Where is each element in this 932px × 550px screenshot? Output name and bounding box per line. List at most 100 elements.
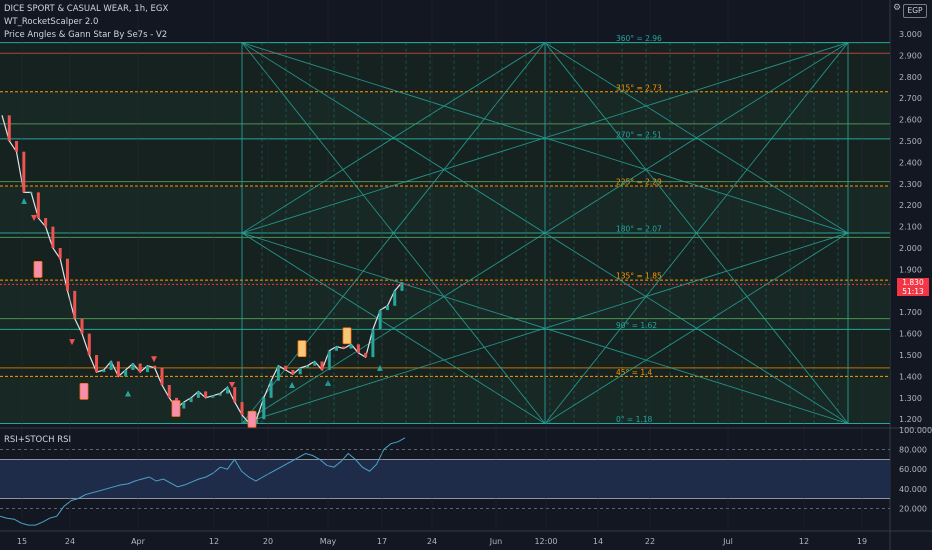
price-candle	[145, 365, 149, 373]
price-candle	[109, 361, 113, 370]
price-candle	[160, 367, 164, 385]
price-candle	[335, 346, 339, 351]
time-axis-label: 12	[799, 537, 809, 546]
price-tick-label: 2.400	[899, 158, 922, 167]
price-candle	[371, 329, 375, 358]
gann-level-label: 270° = 2.51	[616, 130, 662, 139]
price-tick-label: 1.300	[899, 394, 922, 403]
rsi-tick-label: 100.000	[899, 426, 932, 435]
price-candle	[73, 290, 77, 319]
price-candle	[189, 397, 193, 403]
rsi-tick-label: 60.000	[899, 465, 927, 474]
price-candle	[15, 141, 19, 152]
price-tick-label: 1.700	[899, 308, 922, 317]
price-candle	[44, 218, 48, 227]
gann-level-label: 315° = 2.73	[616, 83, 662, 92]
time-axis-label: 20	[263, 537, 273, 546]
rocket-badge	[79, 382, 89, 400]
price-candle	[276, 365, 280, 381]
price-candle	[233, 387, 237, 403]
gann-band	[0, 233, 890, 281]
settings-icon[interactable]: ⚙	[893, 3, 901, 13]
price-candle	[95, 355, 99, 373]
rsi-tick-label: 20.000	[899, 504, 927, 513]
price-tick-label: 2.500	[899, 137, 922, 146]
rsi-tick-label: 80.000	[899, 446, 927, 455]
price-candle	[364, 352, 368, 358]
price-candle	[22, 151, 26, 193]
rocket-badge	[247, 410, 257, 428]
price-candle	[167, 384, 171, 398]
price-tick-label: 1.400	[899, 372, 922, 381]
price-candle	[131, 363, 135, 370]
price-candle	[51, 226, 55, 249]
rsi-panel-title[interactable]: RSI+STOCH RSI	[4, 435, 71, 445]
price-candle	[284, 365, 288, 370]
price-tick-label: 1.200	[899, 415, 922, 424]
price-candle	[7, 115, 11, 142]
price-candle	[313, 361, 317, 366]
price-tick-label: 2.200	[899, 201, 922, 210]
price-candle	[204, 391, 208, 398]
time-axis-label: 15	[17, 537, 27, 546]
price-tick-label: 2.900	[899, 51, 922, 60]
price-candle	[36, 192, 40, 219]
time-axis-label: 24	[427, 537, 437, 546]
gann-band	[0, 280, 890, 330]
price-candle	[65, 258, 69, 291]
gann-level-label: 0° = 1.18	[616, 415, 653, 424]
symbol-title[interactable]: DICE SPORT & CASUAL WEAR, 1h, EGX	[4, 4, 168, 14]
price-candle	[153, 365, 157, 368]
price-candle	[102, 370, 106, 373]
gann-band	[0, 42, 890, 92]
rsi-tick-label: 40.000	[899, 485, 927, 494]
rsi-band	[0, 459, 890, 499]
price-candle	[182, 402, 186, 409]
gann-level-label: 135° = 1.85	[616, 272, 662, 281]
gann-band	[0, 91, 890, 139]
last-price-badge: 1.830	[897, 278, 929, 287]
time-axis-label: 24	[65, 537, 75, 546]
gann-band	[0, 185, 890, 234]
rocket-badge	[171, 400, 181, 417]
price-candle	[320, 361, 324, 370]
price-candle	[218, 393, 222, 396]
time-axis-label: 12:00	[534, 537, 557, 546]
price-candle	[305, 365, 309, 368]
time-axis-label: Apr	[131, 537, 146, 546]
price-candle	[225, 387, 229, 394]
price-tick-label: 1.500	[899, 351, 922, 360]
price-tick-label: 1.900	[899, 265, 922, 274]
currency-badge[interactable]: EGP	[903, 4, 927, 18]
chart-window: 360° = 2.96 315° = 2.73 270° = 2.51 225° = …	[0, 0, 932, 550]
time-axis-label: 12	[209, 537, 219, 546]
price-tick-label: 2.300	[899, 180, 922, 189]
price-candle	[393, 290, 397, 306]
time-axis-label: Jun	[489, 537, 503, 546]
chart-canvas[interactable]: 360° = 2.96315° = 2.73270° = 2.51225° = …	[0, 0, 932, 550]
price-tick-label: 2.700	[899, 94, 922, 103]
price-tick-label: 2.000	[899, 244, 922, 253]
time-axis-label: 19	[857, 537, 867, 546]
price-candle	[349, 344, 353, 349]
indicator-wt-rocketscalper[interactable]: WT_RocketScalper 2.0	[4, 17, 98, 27]
price-candle	[356, 344, 360, 353]
price-candle	[124, 370, 128, 377]
price-candle	[29, 192, 33, 194]
price-candle	[378, 310, 382, 330]
price-candle	[298, 367, 302, 375]
price-candle	[269, 380, 273, 398]
rocket-badge	[297, 340, 307, 358]
price-candle	[291, 370, 295, 375]
gann-level-label: 360° = 2.96	[616, 34, 662, 43]
gann-level-label: 180° = 2.07	[616, 225, 662, 234]
price-candle	[240, 402, 244, 415]
price-candle	[116, 361, 120, 377]
indicator-gann-star[interactable]: Price Angles & Gann Star By Se7s - V2	[4, 30, 167, 40]
time-axis-label: May	[320, 537, 337, 546]
price-candle	[58, 248, 62, 259]
price-tick-label: 2.800	[899, 73, 922, 82]
time-axis-label: 14	[593, 537, 603, 546]
price-candle	[196, 391, 200, 398]
rocket-badge	[342, 327, 352, 345]
